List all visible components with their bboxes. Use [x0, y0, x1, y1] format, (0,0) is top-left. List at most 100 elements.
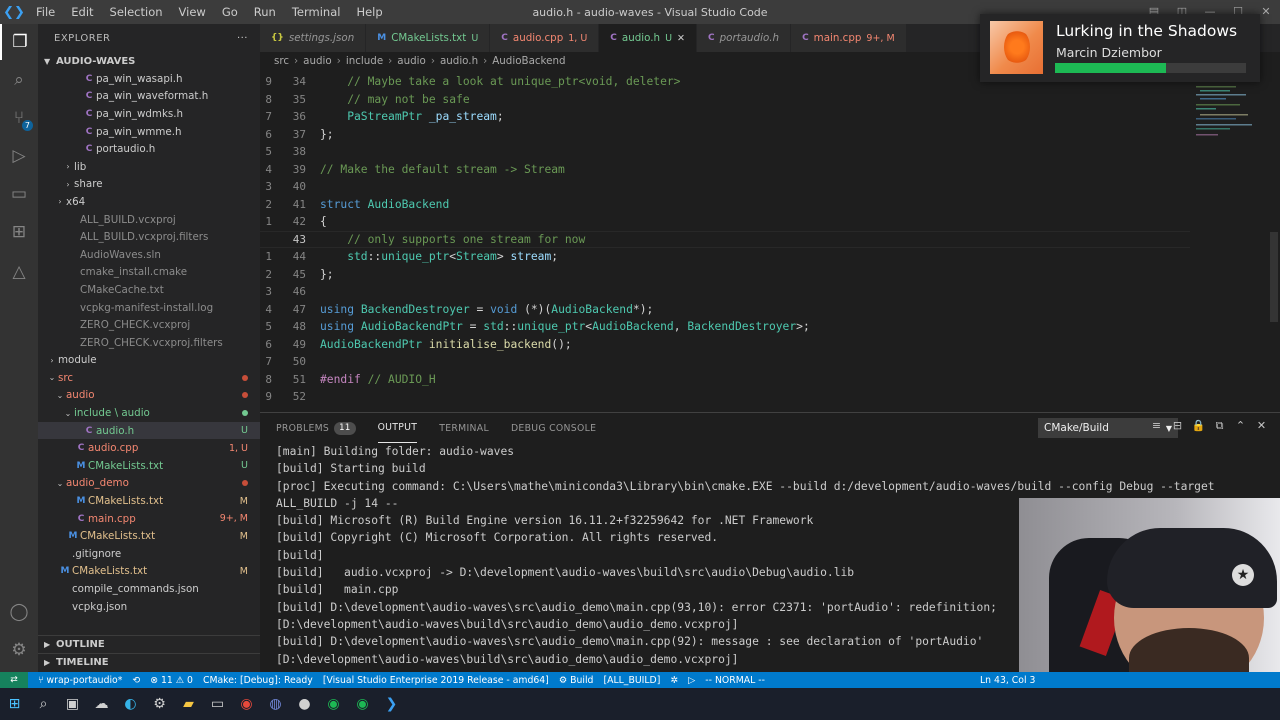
tab-main-cpp[interactable]: Cmain.cpp 9+, M	[791, 24, 907, 52]
explorer-icon[interactable]: ▰	[174, 688, 203, 720]
playback-progress[interactable]	[1055, 63, 1246, 73]
weather-icon[interactable]: ☁	[87, 688, 116, 720]
breadcrumb-item[interactable]: audio	[303, 55, 332, 67]
close-panel-icon[interactable]: ✕	[1251, 419, 1272, 433]
folder-item[interactable]: ⌄ audio_demo	[38, 475, 260, 493]
code-line[interactable]: 9 52	[260, 388, 1190, 406]
filter-list-icon[interactable]: ≡	[1146, 419, 1167, 433]
menu-item-go[interactable]: Go	[214, 5, 246, 19]
code-line[interactable]: 8 51 #endif // AUDIO_H	[260, 371, 1190, 389]
taskview-icon[interactable]: ▣	[58, 688, 87, 720]
file-item[interactable]: M CMakeLists.txt M	[38, 563, 260, 581]
code-line[interactable]: 43 // only supports one stream for now	[260, 230, 1190, 248]
github-icon[interactable]: ●	[290, 688, 319, 720]
file-item[interactable]: .gitignore	[38, 545, 260, 563]
maximize-panel-icon[interactable]: ⌃	[1230, 419, 1251, 433]
code-line[interactable]: 6 37};	[260, 126, 1190, 144]
file-item[interactable]: Cportaudio.h	[38, 140, 260, 158]
edge-icon[interactable]: ◐	[116, 688, 145, 720]
source-control-icon[interactable]: ⑂ 7	[0, 100, 38, 136]
tab-audio-cpp[interactable]: Caudio.cpp 1, U	[490, 24, 600, 52]
problems-status[interactable]: ⊗ 11 ⚠ 0	[150, 675, 193, 686]
file-item[interactable]: CMakeCache.txt	[38, 281, 260, 299]
panel-tab-terminal[interactable]: TERMINAL	[439, 413, 489, 443]
build-button[interactable]: ⚙ Build	[559, 675, 594, 686]
menu-item-terminal[interactable]: Terminal	[284, 5, 349, 19]
tab-audio-h[interactable]: Caudio.h U ✕	[599, 24, 697, 52]
menu-item-help[interactable]: Help	[348, 5, 390, 19]
folder-item[interactable]: › lib	[38, 158, 260, 176]
code-editor[interactable]: 9 34 // Maybe take a look at unique_ptr<v…	[260, 72, 1280, 408]
file-item[interactable]: compile_commands.json	[38, 580, 260, 598]
code-line[interactable]: 7 36 PaStreamPtr _pa_stream;	[260, 108, 1190, 126]
file-item[interactable]: ALL_BUILD.vcxproj.filters	[38, 228, 260, 246]
timeline-section[interactable]: ▶ TIMELINE	[38, 653, 260, 671]
tab-cmakelists-txt[interactable]: M CMakeLists.txt U	[366, 24, 491, 52]
chrome-icon[interactable]: ◉	[232, 688, 261, 720]
cmake-kit[interactable]: [Visual Studio Enterprise 2019 Release -…	[323, 675, 549, 686]
minimap[interactable]	[1196, 78, 1266, 148]
code-line[interactable]: 5 48 using AudioBackendPtr = std::unique_p…	[260, 318, 1190, 336]
panel-tab-output[interactable]: OUTPUT	[377, 413, 418, 443]
windows-icon[interactable]: ⊞	[0, 688, 29, 720]
file-item[interactable]: Cpa_win_wasapi.h	[38, 70, 260, 88]
code-line[interactable]: 3 46	[260, 283, 1190, 301]
code-line[interactable]: 1 42 {	[260, 213, 1190, 231]
panel-tab-debug-console[interactable]: DEBUG CONSOLE	[511, 413, 596, 443]
code-line[interactable]: 1 44 std::unique_ptr<Stream> stream;	[260, 248, 1190, 266]
menu-item-selection[interactable]: Selection	[102, 5, 171, 19]
settings-icon[interactable]: ⚙	[145, 688, 174, 720]
file-item[interactable]: Caudio.h U	[38, 421, 260, 440]
file-item[interactable]: ZERO_CHECK.vcxproj.filters	[38, 334, 260, 352]
file-item[interactable]: Cpa_win_wdmks.h	[38, 105, 260, 123]
manage-gear-icon[interactable]: ⚙	[0, 632, 38, 668]
outline-section[interactable]: ▶ OUTLINE	[38, 635, 260, 653]
file-item[interactable]: ZERO_CHECK.vcxproj	[38, 316, 260, 334]
extensions-icon[interactable]: ⊞	[0, 214, 38, 250]
file-item[interactable]: vcpkg-manifest-install.log	[38, 299, 260, 317]
cmake-status[interactable]: CMake: [Debug]: Ready	[203, 675, 313, 686]
remote-explorer-icon[interactable]: ▭	[0, 176, 38, 212]
search-icon[interactable]: ⌕	[0, 62, 38, 98]
code-line[interactable]: 5 38	[260, 143, 1190, 161]
code-line[interactable]: 4 47 using BackendDestroyer = void (*)(Aud…	[260, 301, 1190, 319]
breadcrumb-item[interactable]: src	[274, 55, 289, 67]
file-item[interactable]: Cpa_win_wmme.h	[38, 123, 260, 141]
debug-icon[interactable]: ✲	[670, 675, 678, 686]
code-line[interactable]: 3 40	[260, 178, 1190, 196]
file-item[interactable]: cmake_install.cmake	[38, 264, 260, 282]
code-line[interactable]: 4 39 // Make the default stream -> Stream	[260, 161, 1190, 179]
tab-settings-json[interactable]: {} settings.json	[260, 24, 367, 52]
tab-portaudio-h[interactable]: Cportaudio.h	[697, 24, 792, 52]
launch-icon[interactable]: ▷	[688, 675, 695, 686]
file-item[interactable]: Cpa_win_waveformat.h	[38, 88, 260, 106]
terminal-icon[interactable]: ▭	[203, 688, 232, 720]
folder-item[interactable]: › module	[38, 352, 260, 370]
vscode-icon[interactable]: ❯	[377, 688, 406, 720]
close-tab-icon[interactable]: ✕	[677, 33, 685, 44]
account-icon[interactable]: ◯	[0, 594, 38, 630]
folder-item[interactable]: ⌄ src	[38, 369, 260, 387]
code-line[interactable]: 6 49 AudioBackendPtr initialise_backend();	[260, 336, 1190, 354]
cursor-position[interactable]: Ln 43, Col 3	[980, 675, 1035, 686]
file-item[interactable]: Caudio.cpp 1, U	[38, 439, 260, 457]
code-line[interactable]: 8 35 // may not be safe	[260, 91, 1190, 109]
build-target[interactable]: [ALL_BUILD]	[603, 675, 660, 686]
folder-item[interactable]: ⌄ audio	[38, 387, 260, 405]
run-debug-icon[interactable]: ▷	[0, 138, 38, 174]
explorer-icon[interactable]: ❐	[0, 24, 38, 60]
code-line[interactable]: 2 45};	[260, 266, 1190, 284]
cmake-icon[interactable]: △	[0, 254, 38, 290]
menu-item-view[interactable]: View	[171, 5, 214, 19]
spotify-green-icon[interactable]: ◉	[348, 688, 377, 720]
more-actions-icon[interactable]: ···	[237, 33, 248, 44]
workspace-root[interactable]: ▼ AUDIO-WAVES	[38, 52, 260, 70]
file-item[interactable]: AudioWaves.sln	[38, 246, 260, 264]
editor-scrollbar[interactable]	[1270, 232, 1278, 322]
folder-item[interactable]: › share	[38, 176, 260, 194]
search-icon[interactable]: ⌕	[29, 688, 58, 720]
breadcrumb-item[interactable]: audio	[397, 55, 426, 67]
file-item[interactable]: vcpkg.json	[38, 598, 260, 616]
file-item[interactable]: M CMakeLists.txt U	[38, 457, 260, 475]
file-item[interactable]: M CMakeLists.txt M	[38, 527, 260, 545]
